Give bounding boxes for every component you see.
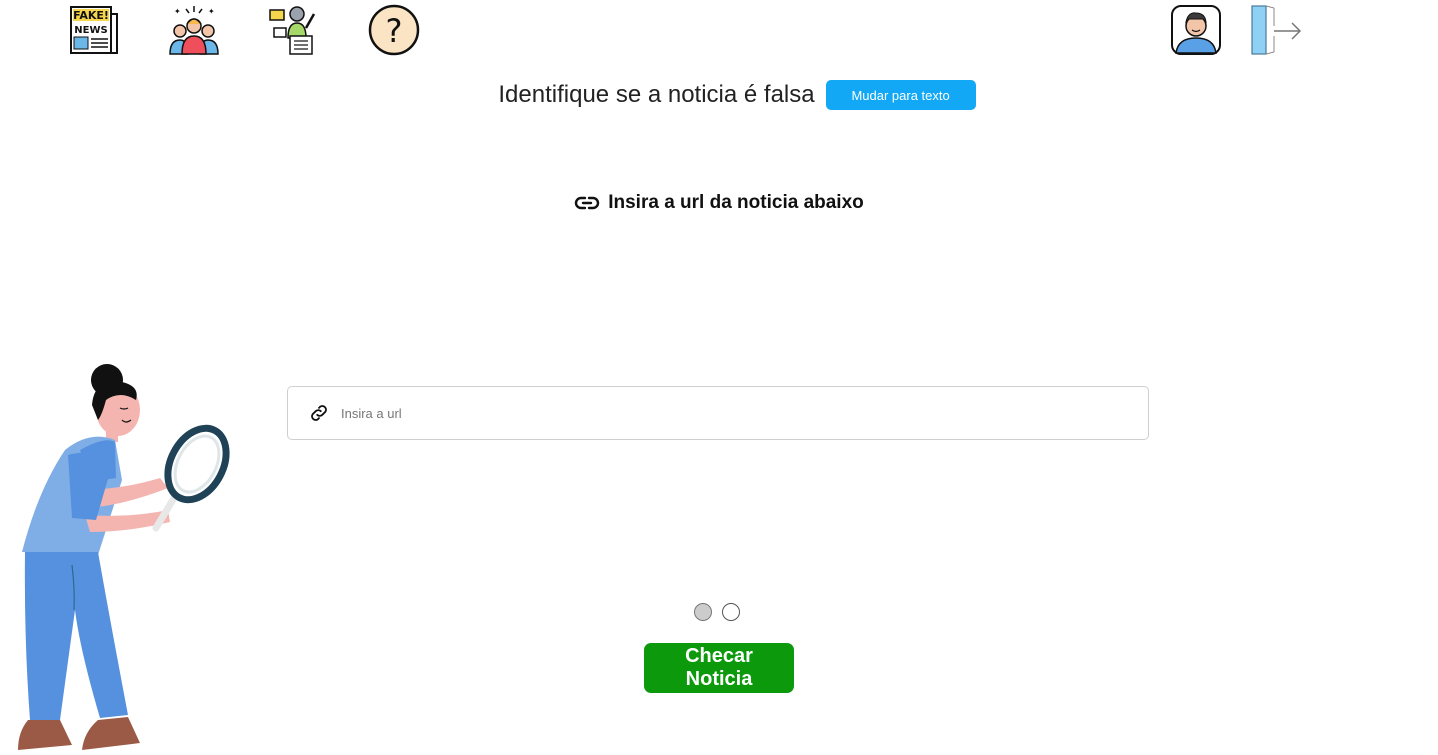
pager-dots [694, 603, 740, 621]
user-avatar-icon[interactable] [1170, 4, 1222, 56]
link-icon [308, 402, 330, 424]
url-field-container [287, 386, 1149, 440]
svg-text:✦: ✦ [208, 7, 215, 16]
svg-text:✦: ✦ [174, 7, 181, 16]
pager-dot-2[interactable] [722, 603, 740, 621]
check-news-button[interactable]: Checar Noticia [644, 643, 794, 693]
switch-to-text-button[interactable]: Mudar para texto [825, 80, 976, 110]
help-icon[interactable]: ? [368, 4, 420, 56]
svg-text:?: ? [386, 12, 403, 50]
svg-text:NEWS: NEWS [74, 25, 107, 36]
pager-dot-1[interactable] [694, 603, 712, 621]
feedback-icon[interactable] [268, 4, 320, 56]
logout-icon[interactable] [1250, 4, 1302, 56]
section-heading: Insira a url da noticia abaixo [0, 190, 1438, 216]
section-heading-text: Insira a url da noticia abaixo [608, 192, 864, 213]
woman-with-magnifier-illustration [10, 360, 240, 755]
url-input[interactable] [339, 392, 1148, 434]
page-title: Identifique se a noticia é falsa [498, 81, 815, 108]
fake-news-icon[interactable]: FAKE! NEWS [68, 4, 120, 56]
community-icon[interactable]: ✦ ✦ [168, 4, 220, 56]
link-icon [575, 196, 600, 210]
title-row: Identifique se a noticia é falsa Mudar p… [0, 80, 1438, 110]
svg-text:FAKE!: FAKE! [73, 9, 109, 22]
